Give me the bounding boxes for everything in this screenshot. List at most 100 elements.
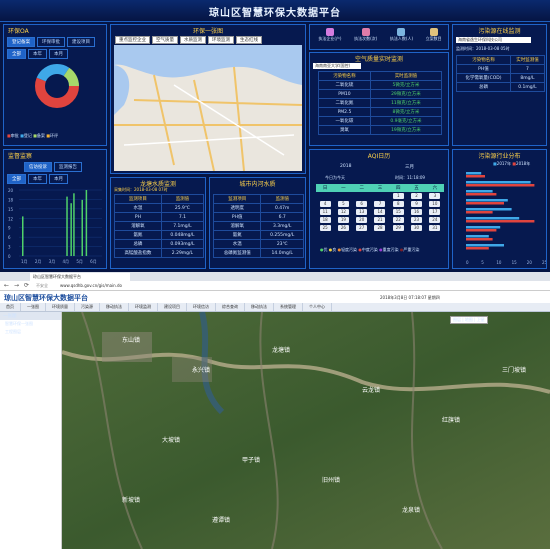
- calendar-day[interactable]: 1: [389, 192, 407, 200]
- weekday: 二: [352, 184, 371, 192]
- industry-legend: ■2017年 ■2018年: [493, 161, 531, 166]
- year-select[interactable]: 2018: [340, 164, 351, 169]
- calendar-day[interactable]: 14: [371, 208, 389, 216]
- menu-item[interactable]: 移动执法: [245, 303, 274, 311]
- week-row: 25 26 27 28 29 30 31: [316, 224, 444, 232]
- menu-item[interactable]: 环境信访: [187, 303, 216, 311]
- table-row: 氨氮 0.255mg/L: [212, 230, 304, 240]
- stat-enterprise[interactable]: 执法企业(户): [318, 28, 341, 42]
- calendar-day[interactable]: 13: [353, 208, 371, 216]
- calendar-day[interactable]: 20: [353, 216, 371, 224]
- calendar-day[interactable]: 17: [426, 208, 444, 216]
- tab-approval[interactable]: 环保审批: [37, 37, 65, 47]
- tab-month[interactable]: 本月: [49, 49, 68, 59]
- weekday-row: 日一二三四五六: [316, 184, 444, 192]
- calendar-day[interactable]: 12: [334, 208, 352, 216]
- calendar-day[interactable]: 16: [407, 208, 425, 216]
- calendar-day[interactable]: 29: [389, 224, 407, 232]
- calendar-day[interactable]: 19: [334, 216, 352, 224]
- calendar-day[interactable]: 4: [316, 200, 334, 208]
- url-input[interactable]: www.qsdhb.gov.cn/gis/main.do: [60, 283, 122, 288]
- map-layer-button[interactable]: 图层: [453, 317, 461, 322]
- layer-env-button[interactable]: 环境监测: [208, 36, 234, 44]
- back-icon[interactable]: ←: [4, 282, 9, 289]
- calendar-day[interactable]: 28: [371, 224, 389, 232]
- menu-item[interactable]: 首页: [0, 303, 21, 311]
- layer-enterprise-button[interactable]: 重点监控企业: [115, 36, 150, 44]
- station-select[interactable]: 海南南亚大学(国控): [313, 63, 361, 69]
- calendar-day[interactable]: 26: [334, 224, 352, 232]
- tab-month[interactable]: 本月: [49, 174, 68, 184]
- calendar-day[interactable]: 5: [334, 200, 352, 208]
- calendar-day[interactable]: 24: [426, 216, 444, 224]
- tree-item-map[interactable]: 智慧环保一张图: [0, 320, 61, 328]
- map-road-button[interactable]: 地图: [465, 317, 473, 322]
- calendar-day[interactable]: 6: [353, 200, 371, 208]
- layer-water-button[interactable]: 水质监测: [180, 36, 206, 44]
- browser-tab[interactable]: 琼山区智慧环保大数据平台: [30, 273, 130, 281]
- tab-register[interactable]: 登记备案: [7, 37, 35, 47]
- oa-tabs: 登记备案 环保审批 建设项目: [7, 37, 97, 47]
- reload-icon[interactable]: ⟳: [24, 282, 29, 289]
- menu-item[interactable]: 系统管理: [274, 303, 303, 311]
- tab-complaints[interactable]: 信访投诉: [24, 162, 52, 172]
- layer-air-button[interactable]: 空气质量: [152, 36, 178, 44]
- calendar-day[interactable]: 9: [407, 200, 425, 208]
- map-satellite-button[interactable]: 卫星: [477, 317, 485, 322]
- calendar-day[interactable]: 2: [407, 192, 425, 200]
- tab-project[interactable]: 建设项目: [67, 37, 95, 47]
- place-label: 东山镇: [122, 336, 140, 344]
- calendar-day[interactable]: 22: [389, 216, 407, 224]
- menu-item[interactable]: 综合查询: [216, 303, 245, 311]
- satellite-map[interactable]: 东山镇永兴镇 龙塘镇云龙镇红旗镇 三门坡镇大坡镇甲子镇旧州镇龙泉镇 新坡镇遵谭镇: [62, 312, 550, 549]
- menu-item[interactable]: 污染源: [75, 303, 100, 311]
- table-row: 二氧化氮 11微克/立方米: [318, 98, 443, 108]
- stat-people[interactable]: 执法人数(人): [390, 28, 413, 42]
- tree-item-layer[interactable]: 工程图层: [0, 328, 61, 336]
- menu-item[interactable]: 环境质量: [46, 303, 75, 311]
- tab-year[interactable]: 本年: [28, 49, 47, 59]
- bar: [466, 190, 493, 193]
- layer-redline-button[interactable]: 生态红线: [236, 36, 262, 44]
- calendar-day[interactable]: 27: [353, 224, 371, 232]
- calendar-day[interactable]: 3: [426, 192, 444, 200]
- column-header: 监测值: [260, 194, 304, 204]
- calendar-day[interactable]: 23: [407, 216, 425, 224]
- calendar-day[interactable]: 30: [407, 224, 425, 232]
- column-header: 监测项目: [114, 194, 162, 204]
- stat-count[interactable]: 执法次数(次): [354, 28, 377, 42]
- table-row: 溶解氧 3.3mg/L: [212, 221, 304, 231]
- menu-item[interactable]: 环境监测: [129, 303, 158, 311]
- forward-icon[interactable]: →: [14, 282, 19, 289]
- company-select[interactable]: 海南省逸生环保科技公司: [456, 37, 531, 43]
- month-select[interactable]: 三月: [405, 164, 414, 170]
- supervision-panel: 监督监察 信访投诉 监测报告 全部 本年 本月 20 18 15 12 9 6 3 0 1月 2月 3月 4…: [3, 149, 107, 269]
- calendar-day[interactable]: 7: [371, 200, 389, 208]
- calendar-day[interactable]: 10: [426, 200, 444, 208]
- tab-year[interactable]: 本年: [28, 174, 47, 184]
- menu-item[interactable]: 移动执法: [100, 303, 129, 311]
- calendar-day[interactable]: 21: [371, 216, 389, 224]
- tab-all[interactable]: 全部: [7, 174, 26, 184]
- calendar-day[interactable]: 15: [389, 208, 407, 216]
- week-row: 4 5 6 7 8 9 10: [316, 200, 444, 208]
- place-label: 大坡镇: [162, 436, 180, 444]
- tab-all[interactable]: 全部: [7, 49, 26, 59]
- calendar-day[interactable]: 31: [426, 224, 444, 232]
- security-label[interactable]: 不安全: [36, 283, 48, 289]
- bar: [70, 203, 72, 256]
- column-header: 监测项目: [212, 194, 262, 204]
- menu-item[interactable]: 建设项目: [158, 303, 187, 311]
- calendar-day[interactable]: 11: [316, 208, 334, 216]
- calendar-day[interactable]: 8: [389, 200, 407, 208]
- calendar-day[interactable]: 25: [316, 224, 334, 232]
- city-map[interactable]: [114, 45, 302, 171]
- menu-item[interactable]: 个人中心: [303, 303, 332, 311]
- calendar-day[interactable]: 18: [316, 216, 334, 224]
- industry-chart: 0 5 10 15 20 25: [466, 172, 546, 265]
- weekday: 六: [425, 184, 444, 192]
- tab-reports[interactable]: 监测报告: [54, 162, 82, 172]
- stat-cases[interactable]: 立案数目: [426, 28, 442, 42]
- calendar-blank: [371, 192, 389, 200]
- menu-item[interactable]: 一张图: [21, 303, 46, 311]
